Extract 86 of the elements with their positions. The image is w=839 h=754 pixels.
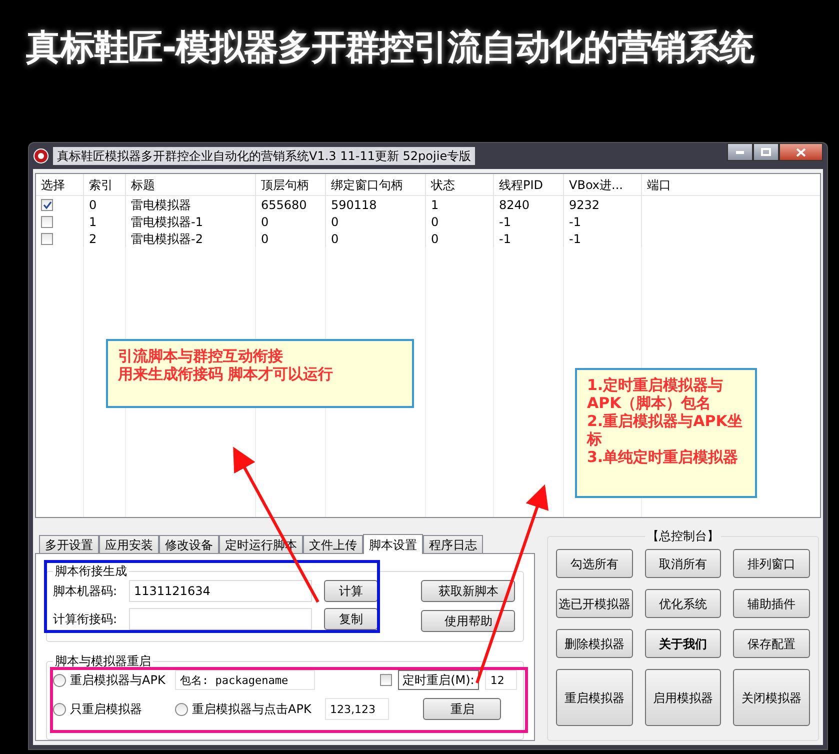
tab[interactable]: 文件上传 [303,535,363,553]
console-button[interactable]: 重启模拟器 [556,669,633,726]
group-title: 脚本衔接生成 [54,563,128,580]
field-label: 脚本机器码: [53,583,118,600]
minimize-button[interactable] [727,143,753,161]
column-header[interactable]: 端口 [647,176,671,194]
maximize-button[interactable] [753,143,779,161]
tab[interactable]: 修改设备 [159,535,219,553]
package-name-field[interactable]: 包名: packagename [175,670,315,690]
timer-minutes-field[interactable]: 12 [485,670,518,690]
table-cell-text: 0 [89,196,97,214]
check-icon [42,200,52,208]
table-cell-text: 8240 [499,196,530,214]
row-checkbox[interactable] [41,198,53,210]
table-cell-text: 0 [261,230,269,248]
link-code-field[interactable] [129,608,312,630]
side-button[interactable]: 使用帮助 [421,610,516,632]
console-button[interactable]: 关于我们 [644,629,722,658]
console-button[interactable]: 关闭模拟器 [733,669,810,726]
field-label: 计算衔接码: [53,611,118,628]
column-header[interactable]: 选择 [41,176,65,194]
table-cell-text: -1 [569,214,581,230]
column-header[interactable]: 顶层句柄 [261,176,309,194]
table-cell-text: 0 [431,214,439,230]
console-button[interactable]: 优化系统 [644,589,722,618]
tab[interactable]: 程序日志 [423,535,483,553]
column-header[interactable]: 状态 [431,176,455,194]
copy-button[interactable]: 复制 [324,608,378,630]
console-button[interactable]: 选已开模拟器 [556,589,633,618]
group-title: 脚本与模拟器重启 [54,653,152,670]
close-button[interactable] [779,143,823,161]
table-cell-text: 2 [89,230,97,248]
row-checkbox[interactable] [41,216,53,228]
radio-button[interactable] [175,702,188,716]
machine-code-field[interactable]: 1131121634 [129,580,312,602]
console-button[interactable]: 取消所有 [644,549,722,578]
table-cell-text: 1 [89,214,97,230]
column-header[interactable]: 线程PID [499,176,544,194]
column-header[interactable]: 标题 [131,176,155,194]
callout-note: 1.定时重启模拟器与APK（脚本）包名 2.重启模拟器与APK坐标 3.单纯定时重启模拟器 [575,368,757,498]
console-button[interactable]: 排列窗口 [733,549,810,578]
table-cell-text: 9232 [569,196,600,214]
close-icon [796,148,806,156]
table-cell-text: -1 [499,214,511,230]
table-cell-text: 雷电模拟器-2 [131,230,203,248]
callout-note: 引流脚本与群控互动衔接 用来生成衔接码 脚本才可以运行 [106,339,414,408]
window-title: 真标鞋匠模拟器多开群控企业自动化的营销系统V1.3 11-11更新 52pojie专版 [53,147,476,165]
banner-title: 真标鞋匠-模拟器多开群控引流自动化的营销系统 [26,27,754,70]
radio-button[interactable] [53,674,66,686]
console-button[interactable]: 勾选所有 [556,549,633,578]
radio-label: 重启模拟器与APK [70,672,166,689]
app-logo-icon [33,148,49,164]
table-cell-text: 655680 [261,196,307,214]
row-checkbox[interactable] [41,232,53,244]
tab[interactable]: 应用安装 [99,535,159,553]
table-cell-text: 0 [331,214,339,230]
column-header[interactable]: 绑定窗口句柄 [331,176,403,194]
table-cell-text: -1 [569,230,581,248]
calculate-button[interactable]: 计算 [324,580,378,602]
radio-label: 重启模拟器与点击APK [192,701,312,718]
column-header[interactable]: VBox进... [569,176,623,194]
restart-button[interactable]: 重启 [423,698,502,720]
table-cell-text: 0 [331,230,339,248]
radio-label: 只重启模拟器 [70,701,142,718]
table-cell-text: 590118 [331,196,377,214]
table-cell-text: 0 [431,230,439,248]
tab[interactable]: 脚本设置 [363,534,423,554]
table-cell-text: 雷电模拟器-1 [131,214,203,230]
console-button[interactable]: 辅助插件 [733,589,810,618]
coordinate-field[interactable]: 123,123 [325,698,389,720]
column-header[interactable]: 索引 [89,176,113,194]
console-button[interactable]: 启用模拟器 [644,669,722,726]
minimize-icon [736,150,744,154]
console-button[interactable]: 删除模拟器 [556,629,633,658]
maximize-icon [761,148,771,156]
table-cell-text: 雷电模拟器 [131,196,191,214]
tab[interactable]: 多开设置 [39,535,99,553]
console-button[interactable]: 保存配置 [733,629,810,658]
timer-checkbox[interactable] [380,674,392,686]
side-button[interactable]: 获取新脚本 [421,580,516,602]
timer-label: 定时重启(M): [398,670,480,690]
radio-button[interactable] [53,702,66,716]
table-cell-text: 0 [261,214,269,230]
console-title: 【总控制台】 [646,528,720,545]
table-cell-text: 1 [431,196,439,214]
table-cell-text: -1 [499,230,511,248]
